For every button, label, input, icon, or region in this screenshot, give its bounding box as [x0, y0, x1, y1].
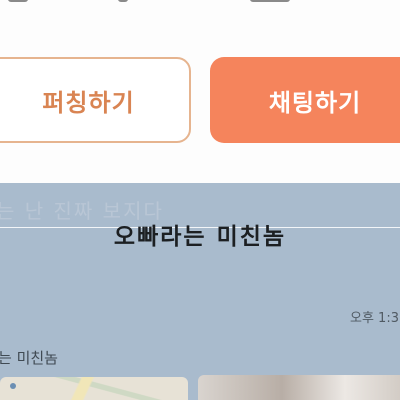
status-glyph: [250, 0, 290, 2]
screen: 퍼칭하기 채팅하기 는 난 진짜 보지다 오빠라는 미친놈 오후 1:3 는 미…: [0, 0, 400, 400]
sender-name: 는 미친놈: [0, 349, 58, 367]
poke-button[interactable]: 퍼칭하기: [0, 57, 191, 143]
map-pin-icon: [10, 383, 16, 389]
message-timestamp: 오후 1:3: [350, 311, 399, 326]
status-bar-fragment: [0, 0, 400, 14]
map-thumbnail[interactable]: [0, 377, 188, 400]
chat-button-label: 채팅하기: [268, 88, 362, 117]
poke-button-label: 퍼칭하기: [42, 88, 135, 117]
chat-room-title: 오빠라는 미친놈: [113, 224, 287, 250]
status-glyph: [118, 0, 128, 2]
chat-room-panel: 는 난 진짜 보지다 오빠라는 미친놈 오후 1:3 는 미친놈: [0, 183, 400, 400]
chat-button[interactable]: 채팅하기: [210, 57, 400, 143]
status-glyph: [8, 0, 28, 2]
photo-thumbnail[interactable]: [198, 375, 400, 400]
